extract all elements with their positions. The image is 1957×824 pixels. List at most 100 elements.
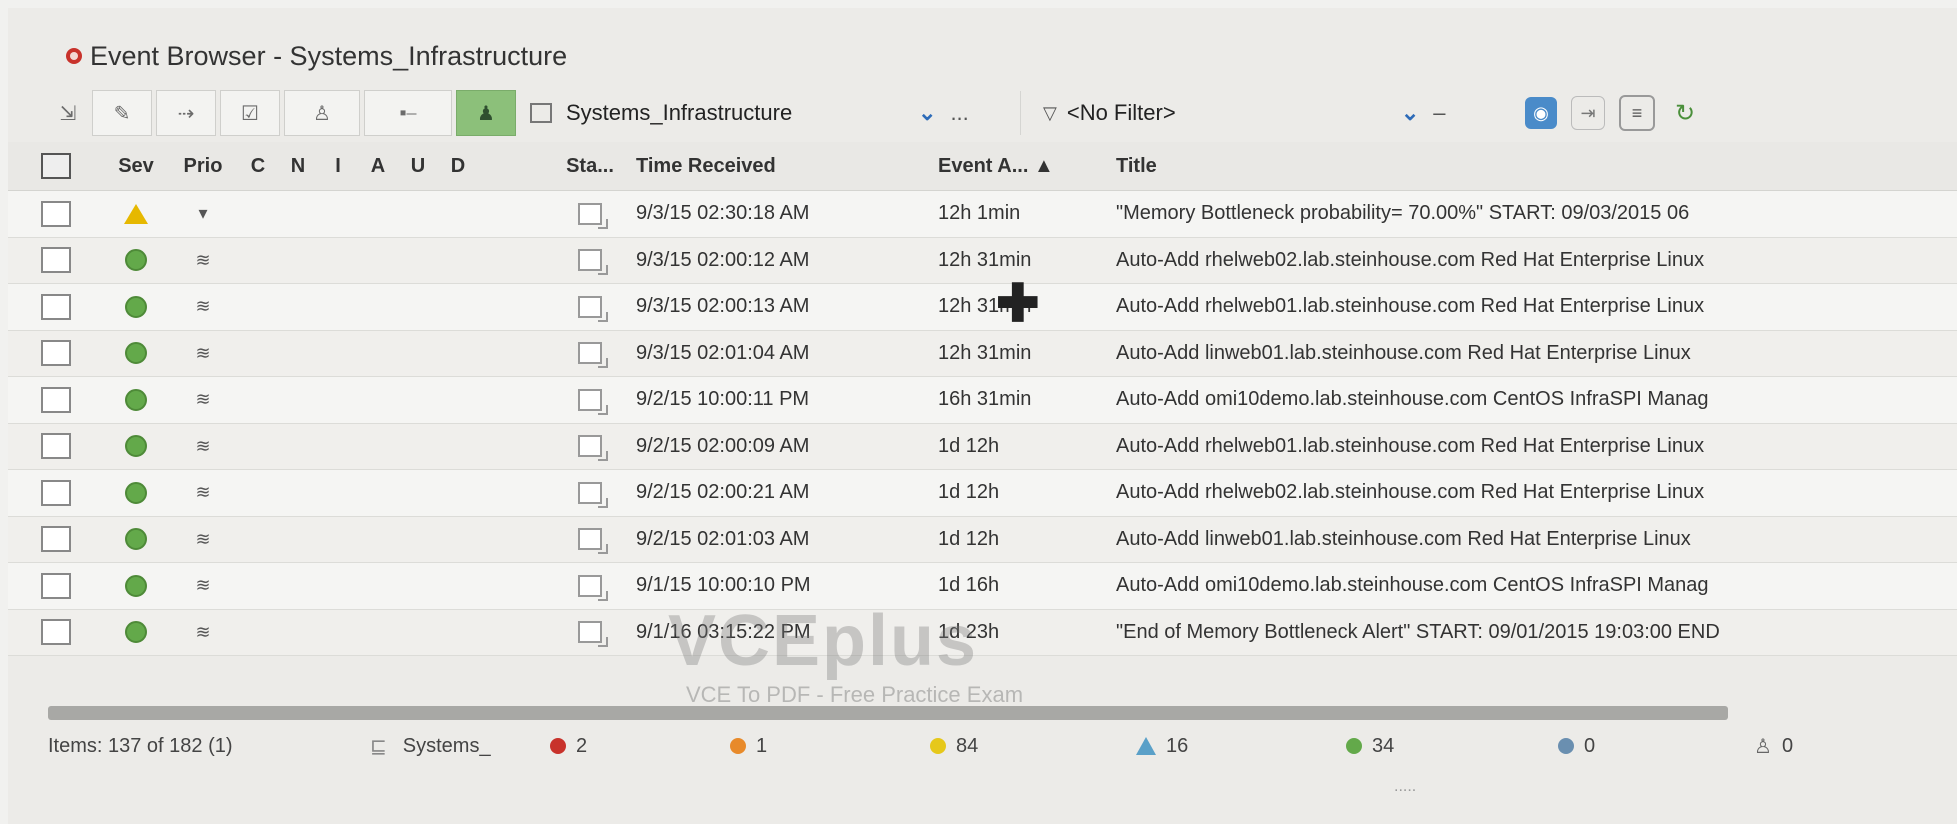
col-header-i[interactable]: I	[318, 155, 358, 178]
col-header-n[interactable]: N	[278, 155, 318, 178]
event-title: Auto-Add rhelweb02.lab.steinhouse.com Re…	[1116, 248, 1705, 271]
state-open-icon	[558, 574, 622, 601]
col-header-u[interactable]: U	[398, 155, 438, 178]
major-icon	[730, 738, 746, 754]
event-title: Auto-Add linweb01.lab.steinhouse.com Red…	[1116, 341, 1691, 364]
count-unknown: 0	[1558, 735, 1754, 758]
table-row[interactable]: ≋ 9/3/15 02:00:12 AM 12h 31min Auto-Add rhe…	[8, 237, 1957, 284]
state-open-icon	[558, 295, 622, 322]
event-age: 1d 16h	[938, 574, 1000, 597]
event-age: 12h 31min	[938, 341, 1032, 364]
row-checkbox[interactable]	[8, 526, 104, 553]
chevron-down-icon[interactable]: ⌄	[1401, 100, 1419, 126]
col-header-c[interactable]: C	[238, 155, 278, 178]
assign-button[interactable]: ⇢	[156, 90, 216, 136]
event-title: "End of Memory Bottleneck Alert" START: …	[1116, 620, 1720, 643]
window-title: Event Browser - Systems_Infrastructure	[90, 40, 568, 71]
status-bar: Items: 137 of 182 (1) ⊑ Systems_ 2 1 84 1…	[8, 723, 1957, 769]
unknown-icon	[1558, 738, 1574, 754]
select-all-checkbox[interactable]	[8, 153, 104, 179]
event-age: 12h 31min	[938, 248, 1032, 271]
refresh-icon[interactable]: ↻	[1669, 97, 1701, 129]
filter-more-button[interactable]: –	[1433, 100, 1445, 126]
col-header-a[interactable]: A	[358, 155, 398, 178]
globe-icon[interactable]: ◉	[1525, 97, 1557, 129]
priority-icon: ≋	[195, 342, 211, 363]
user-button[interactable]: ♙	[284, 90, 360, 136]
close-event-button[interactable]: ☑	[220, 90, 280, 136]
event-title: Auto-Add rhelweb01.lab.steinhouse.com Re…	[1116, 295, 1705, 318]
time-received: 9/3/15 02:00:12 AM	[636, 248, 810, 271]
row-checkbox[interactable]	[8, 479, 104, 506]
table-row[interactable]: ≋ 9/2/15 10:00:11 PM 16h 31min Auto-Add omi…	[8, 377, 1957, 424]
row-checkbox[interactable]	[8, 386, 104, 413]
event-age: 1d 12h	[938, 434, 1000, 457]
settings-icon[interactable]: ≡	[1619, 95, 1655, 131]
count-warning: 16	[1136, 735, 1346, 758]
table-row[interactable]: ≋ 9/1/15 10:00:10 PM 1d 16h Auto-Add omi10d…	[8, 563, 1957, 610]
severity-normal-icon	[104, 481, 168, 504]
export-icon[interactable]: ⇥	[1571, 96, 1605, 130]
table-row[interactable]: ≋ 9/3/15 02:00:13 AM 12h 31min Auto-Add rhe…	[8, 284, 1957, 331]
time-received: 9/3/15 02:01:04 AM	[636, 341, 810, 364]
open-event-icon[interactable]: ⇲	[48, 91, 88, 135]
severity-normal-icon	[104, 295, 168, 318]
funnel-icon: ▽	[1043, 102, 1057, 123]
time-received: 9/2/15 02:00:21 AM	[636, 481, 810, 504]
chevron-down-icon[interactable]: ⌄	[918, 100, 936, 126]
row-checkbox[interactable]	[8, 572, 104, 599]
view-more-button[interactable]: ...	[950, 100, 968, 126]
count-minor: 84	[930, 735, 1136, 758]
col-header-sev[interactable]: Sev	[104, 155, 168, 178]
severity-normal-icon	[104, 574, 168, 597]
severity-normal-icon	[104, 528, 168, 551]
col-header-priority[interactable]: Prio	[168, 155, 238, 178]
row-checkbox[interactable]	[8, 619, 104, 646]
filter-selector[interactable]: ▽ <No Filter> ⌄ –	[1043, 91, 1511, 135]
col-header-event-age[interactable]: Event A... ▲	[938, 155, 1116, 178]
table-row[interactable]: ≋ 9/2/15 02:00:09 AM 1d 12h Auto-Add rhelwe…	[8, 423, 1957, 470]
event-title: Auto-Add linweb01.lab.steinhouse.com Red…	[1116, 527, 1691, 550]
table-row[interactable]: ≋ 9/1/16 03:15:22 PM 1d 23h "End of Memory …	[8, 609, 1957, 656]
row-checkbox[interactable]	[8, 433, 104, 460]
time-received: 9/2/15 10:00:11 PM	[636, 388, 810, 411]
active-user-button[interactable]: ♟	[456, 90, 516, 136]
time-received: 9/2/15 02:01:03 AM	[636, 527, 810, 550]
state-open-icon	[558, 621, 622, 648]
table-row[interactable]: ≋ 9/2/15 02:00:21 AM 1d 12h Auto-Add rhelwe…	[8, 470, 1957, 517]
filter-toggle-button[interactable]: ▪⎯	[364, 90, 452, 136]
priority-icon: ≋	[195, 296, 211, 317]
view-selector[interactable]: Systems_Infrastructure ⌄ ...	[530, 91, 1021, 135]
title-bar: Event Browser - Systems_Infrastructure	[8, 28, 1957, 84]
count-major: 1	[730, 735, 930, 758]
state-open-icon	[558, 249, 622, 276]
time-received: 9/2/15 02:00:09 AM	[636, 434, 810, 457]
state-open-icon	[558, 481, 622, 508]
col-header-d[interactable]: D	[438, 155, 478, 178]
view-icon: ⊑	[370, 735, 387, 758]
crosshair-cursor-icon: ✚	[996, 275, 1040, 333]
table-row[interactable]: ▾ 9/3/15 02:30:18 AM 12h 1min "Memory Bottl…	[8, 191, 1957, 238]
row-checkbox[interactable]	[8, 340, 104, 367]
state-open-icon	[558, 202, 622, 229]
col-header-state[interactable]: Sta...	[558, 155, 622, 178]
warning-icon	[1136, 737, 1156, 755]
severity-normal-icon	[104, 621, 168, 644]
event-title: Auto-Add rhelweb02.lab.steinhouse.com Re…	[1116, 481, 1705, 504]
horizontal-scrollbar[interactable]	[48, 706, 1728, 720]
col-header-time-received[interactable]: Time Received	[622, 155, 938, 178]
col-header-title[interactable]: Title	[1116, 155, 1957, 178]
tools-button[interactable]: ✎	[92, 90, 152, 136]
row-checkbox[interactable]	[8, 247, 104, 274]
minor-icon	[930, 738, 946, 754]
row-checkbox[interactable]	[8, 293, 104, 320]
severity-normal-icon	[104, 249, 168, 272]
event-browser-icon	[66, 48, 82, 64]
watermark: VCEplus	[668, 601, 979, 681]
resize-handle-icon[interactable]: .....	[1394, 778, 1416, 796]
table-row[interactable]: ≋ 9/2/15 02:01:03 AM 1d 12h Auto-Add linweb…	[8, 516, 1957, 563]
table-row[interactable]: ≋ 9/3/15 02:01:04 AM 12h 31min Auto-Add lin…	[8, 330, 1957, 377]
severity-normal-icon	[104, 388, 168, 411]
priority-icon: ≋	[195, 528, 211, 549]
row-checkbox[interactable]	[8, 200, 104, 227]
